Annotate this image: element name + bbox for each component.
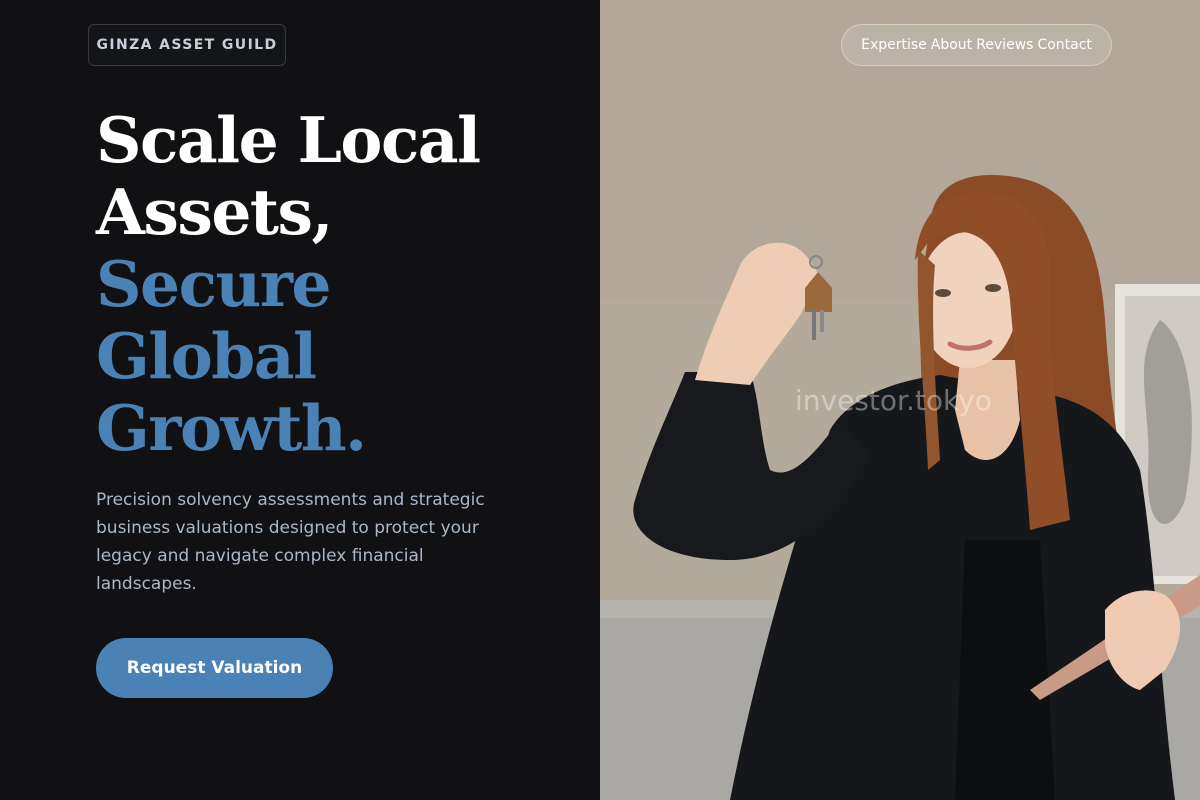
brand-logo[interactable]: GINZA ASSET GUILD [88,24,286,66]
headline-accent-line: Global [96,319,317,393]
headline-line: Assets, [96,175,333,249]
request-valuation-button[interactable]: Request Valuation [96,638,333,698]
nav-link-about[interactable]: About [931,37,972,53]
top-navigation: Expertise About Reviews Contact [841,24,1112,66]
hero-description: Precision solvency assessments and strat… [96,490,485,594]
nav-link-reviews[interactable]: Reviews [976,37,1033,53]
nav-link-expertise[interactable]: Expertise [861,37,927,53]
headline-accent-line: Secure [96,247,332,321]
hero-left-panel: GINZA ASSET GUILD Scale Local Assets, Se… [0,0,600,800]
headline-accent-line: Growth. [96,391,367,465]
headline-line: Scale Local [96,103,481,177]
nav-link-contact[interactable]: Contact [1037,37,1091,53]
photo-watermark: investor.tokyo [795,384,992,417]
hero-headline: Scale Local Assets, Secure Global Growth… [96,104,576,464]
hero-photo-panel: Expertise About Reviews Contact investor… [600,0,1200,800]
